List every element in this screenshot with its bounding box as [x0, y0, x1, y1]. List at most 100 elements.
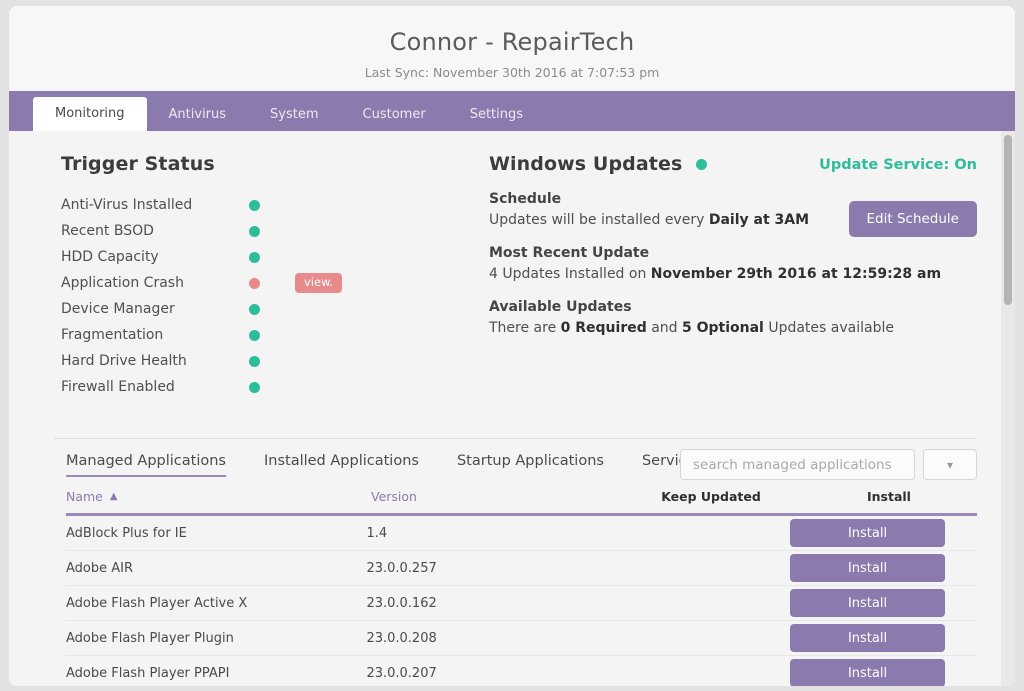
status-ok-dot: [249, 329, 260, 341]
main-navbar: Monitoring Antivirus System Customer Setting…: [9, 91, 1015, 131]
view-details-button[interactable]: view.: [295, 272, 343, 294]
search-controls: ▾: [680, 449, 977, 480]
trigger-status-cell: [249, 300, 295, 319]
last-sync-text: Last Sync: November 30th 2016 at 7:07:53…: [364, 65, 660, 80]
top-panels: Trigger Status Anti-Virus Installed Recen…: [9, 131, 1015, 400]
apps-tab-installed-applications[interactable]: Installed Applications: [264, 453, 419, 477]
cell-app-version: 23.0.0.208: [366, 630, 437, 646]
windows-updates-status-dot: [696, 158, 708, 170]
trigger-label: Device Manager: [61, 301, 175, 317]
search-filter-dropdown[interactable]: ▾: [923, 449, 977, 480]
install-button[interactable]: Install: [790, 554, 946, 582]
windows-updates-title: Windows Updates: [489, 153, 683, 175]
column-header-version[interactable]: Version: [371, 489, 621, 504]
schedule-text-prefix: Updates will be installed every: [489, 212, 709, 228]
cell-app-version: 1.4: [366, 525, 388, 541]
cell-install: Install: [790, 624, 977, 652]
trigger-label: Application Crash: [61, 275, 184, 291]
trigger-row: Device Manager: [61, 296, 479, 322]
page-title: Connor - RepairTech: [389, 28, 635, 56]
nav-tab-monitoring[interactable]: Monitoring: [33, 97, 147, 131]
trigger-label: Anti-Virus Installed: [61, 197, 193, 213]
cell-install: Install: [790, 659, 977, 686]
trigger-row: Application Crash view.: [61, 270, 479, 296]
cell-install: Install: [790, 554, 977, 582]
status-alert-dot: [249, 277, 260, 289]
cell-install: Install: [790, 589, 977, 617]
apps-tab-startup-applications[interactable]: Startup Applications: [457, 453, 604, 477]
nav-tab-customer[interactable]: Customer: [341, 99, 448, 131]
cell-app-name: AdBlock Plus for IE: [66, 525, 187, 541]
recent-prefix: 4 Updates Installed on: [489, 266, 651, 282]
status-ok-dot: [249, 225, 260, 237]
search-input[interactable]: [680, 449, 915, 480]
schedule-value: Daily at 3AM: [708, 212, 810, 228]
trigger-status-list: Anti-Virus Installed Recent BSOD HDD Capac…: [61, 192, 479, 400]
most-recent-update-line: 4 Updates Installed on November 29th 201…: [489, 264, 977, 285]
status-ok-dot: [249, 355, 260, 367]
column-header-keep-updated: Keep Updated: [661, 489, 761, 504]
available-required: 0 Required: [560, 320, 647, 336]
applications-table: Name ▲ Version Keep Updated Install AdBl…: [66, 489, 977, 686]
trigger-status-cell: [249, 222, 295, 241]
update-service-status: Update Service: On: [819, 157, 977, 173]
windows-updates-panel: Windows Updates Update Service: On Edit …: [479, 153, 1015, 400]
content-scrollbar-track[interactable]: [1001, 131, 1015, 686]
cell-app-name: Adobe Flash Player Active X: [66, 595, 248, 611]
edit-schedule-button[interactable]: Edit Schedule: [848, 201, 977, 237]
table-header-row: Name ▲ Version Keep Updated Install: [66, 489, 977, 516]
cell-app-name: Adobe Flash Player Plugin: [66, 630, 234, 646]
install-button[interactable]: Install: [790, 659, 946, 686]
column-header-install: Install: [867, 489, 911, 504]
cell-app-version: 23.0.0.257: [366, 560, 437, 576]
trigger-row: Fragmentation: [61, 322, 479, 348]
trigger-row: Recent BSOD: [61, 218, 479, 244]
status-ok-dot: [249, 251, 260, 263]
chevron-down-icon: ▾: [946, 457, 954, 472]
status-ok-dot: [249, 303, 260, 315]
nav-tab-system[interactable]: System: [248, 99, 340, 131]
apps-tab-managed-applications[interactable]: Managed Applications: [66, 453, 226, 477]
table-row: Adobe Flash Player PPAPI 23.0.0.207 Instal…: [66, 656, 977, 686]
install-button[interactable]: Install: [790, 519, 946, 547]
column-header-name[interactable]: Name ▲: [66, 489, 371, 504]
trigger-status-cell: [249, 196, 295, 215]
install-button[interactable]: Install: [790, 589, 946, 617]
trigger-status-cell: [249, 274, 295, 293]
nav-tab-antivirus[interactable]: Antivirus: [147, 99, 249, 131]
trigger-label: Recent BSOD: [61, 223, 154, 239]
cell-app-version: 23.0.0.162: [366, 595, 437, 611]
trigger-status-cell: [249, 326, 295, 345]
trigger-status-title: Trigger Status: [61, 153, 215, 175]
available-updates-line: There are 0 Required and 5 Optional Upda…: [489, 318, 977, 339]
table-row: Adobe Flash Player Active X 23.0.0.162 Ins…: [66, 586, 977, 621]
cell-install: Install: [790, 519, 977, 547]
nav-tab-settings[interactable]: Settings: [448, 99, 545, 131]
applications-tabbar: Managed Applications Installed Applicatio…: [9, 439, 1015, 480]
trigger-row: Hard Drive Health: [61, 348, 479, 374]
cell-app-version: 23.0.0.207: [366, 665, 437, 681]
status-ok-dot: [249, 199, 260, 211]
app-header: Connor - RepairTech Last Sync: November …: [9, 6, 1015, 91]
trigger-row: HDD Capacity: [61, 244, 479, 270]
cell-app-name: Adobe Flash Player PPAPI: [66, 665, 230, 681]
most-recent-update-heading: Most Recent Update: [489, 245, 650, 261]
trigger-status-cell: [249, 248, 295, 267]
content-area: Trigger Status Anti-Virus Installed Recen…: [9, 131, 1015, 686]
trigger-label: HDD Capacity: [61, 249, 159, 265]
available-prefix: There are: [489, 320, 561, 336]
status-ok-dot: [249, 381, 260, 393]
table-row: Adobe Flash Player Plugin 23.0.0.208 Insta…: [66, 621, 977, 656]
available-suffix: Updates available: [763, 320, 894, 336]
install-button[interactable]: Install: [790, 624, 946, 652]
trigger-status-cell: [249, 352, 295, 371]
recent-value: November 29th 2016 at 12:59:28 am: [650, 266, 942, 282]
trigger-row: Anti-Virus Installed: [61, 192, 479, 218]
content-scrollbar-thumb[interactable]: [1004, 135, 1012, 305]
table-row: AdBlock Plus for IE 1.4 Install: [66, 516, 977, 551]
available-updates-heading: Available Updates: [489, 299, 632, 315]
column-header-name-label: Name: [66, 489, 103, 504]
cell-app-name: Adobe AIR: [66, 560, 134, 576]
table-body: AdBlock Plus for IE 1.4 Install Adobe AIR 23…: [66, 516, 977, 686]
trigger-status-panel: Trigger Status Anti-Virus Installed Recen…: [9, 153, 479, 400]
